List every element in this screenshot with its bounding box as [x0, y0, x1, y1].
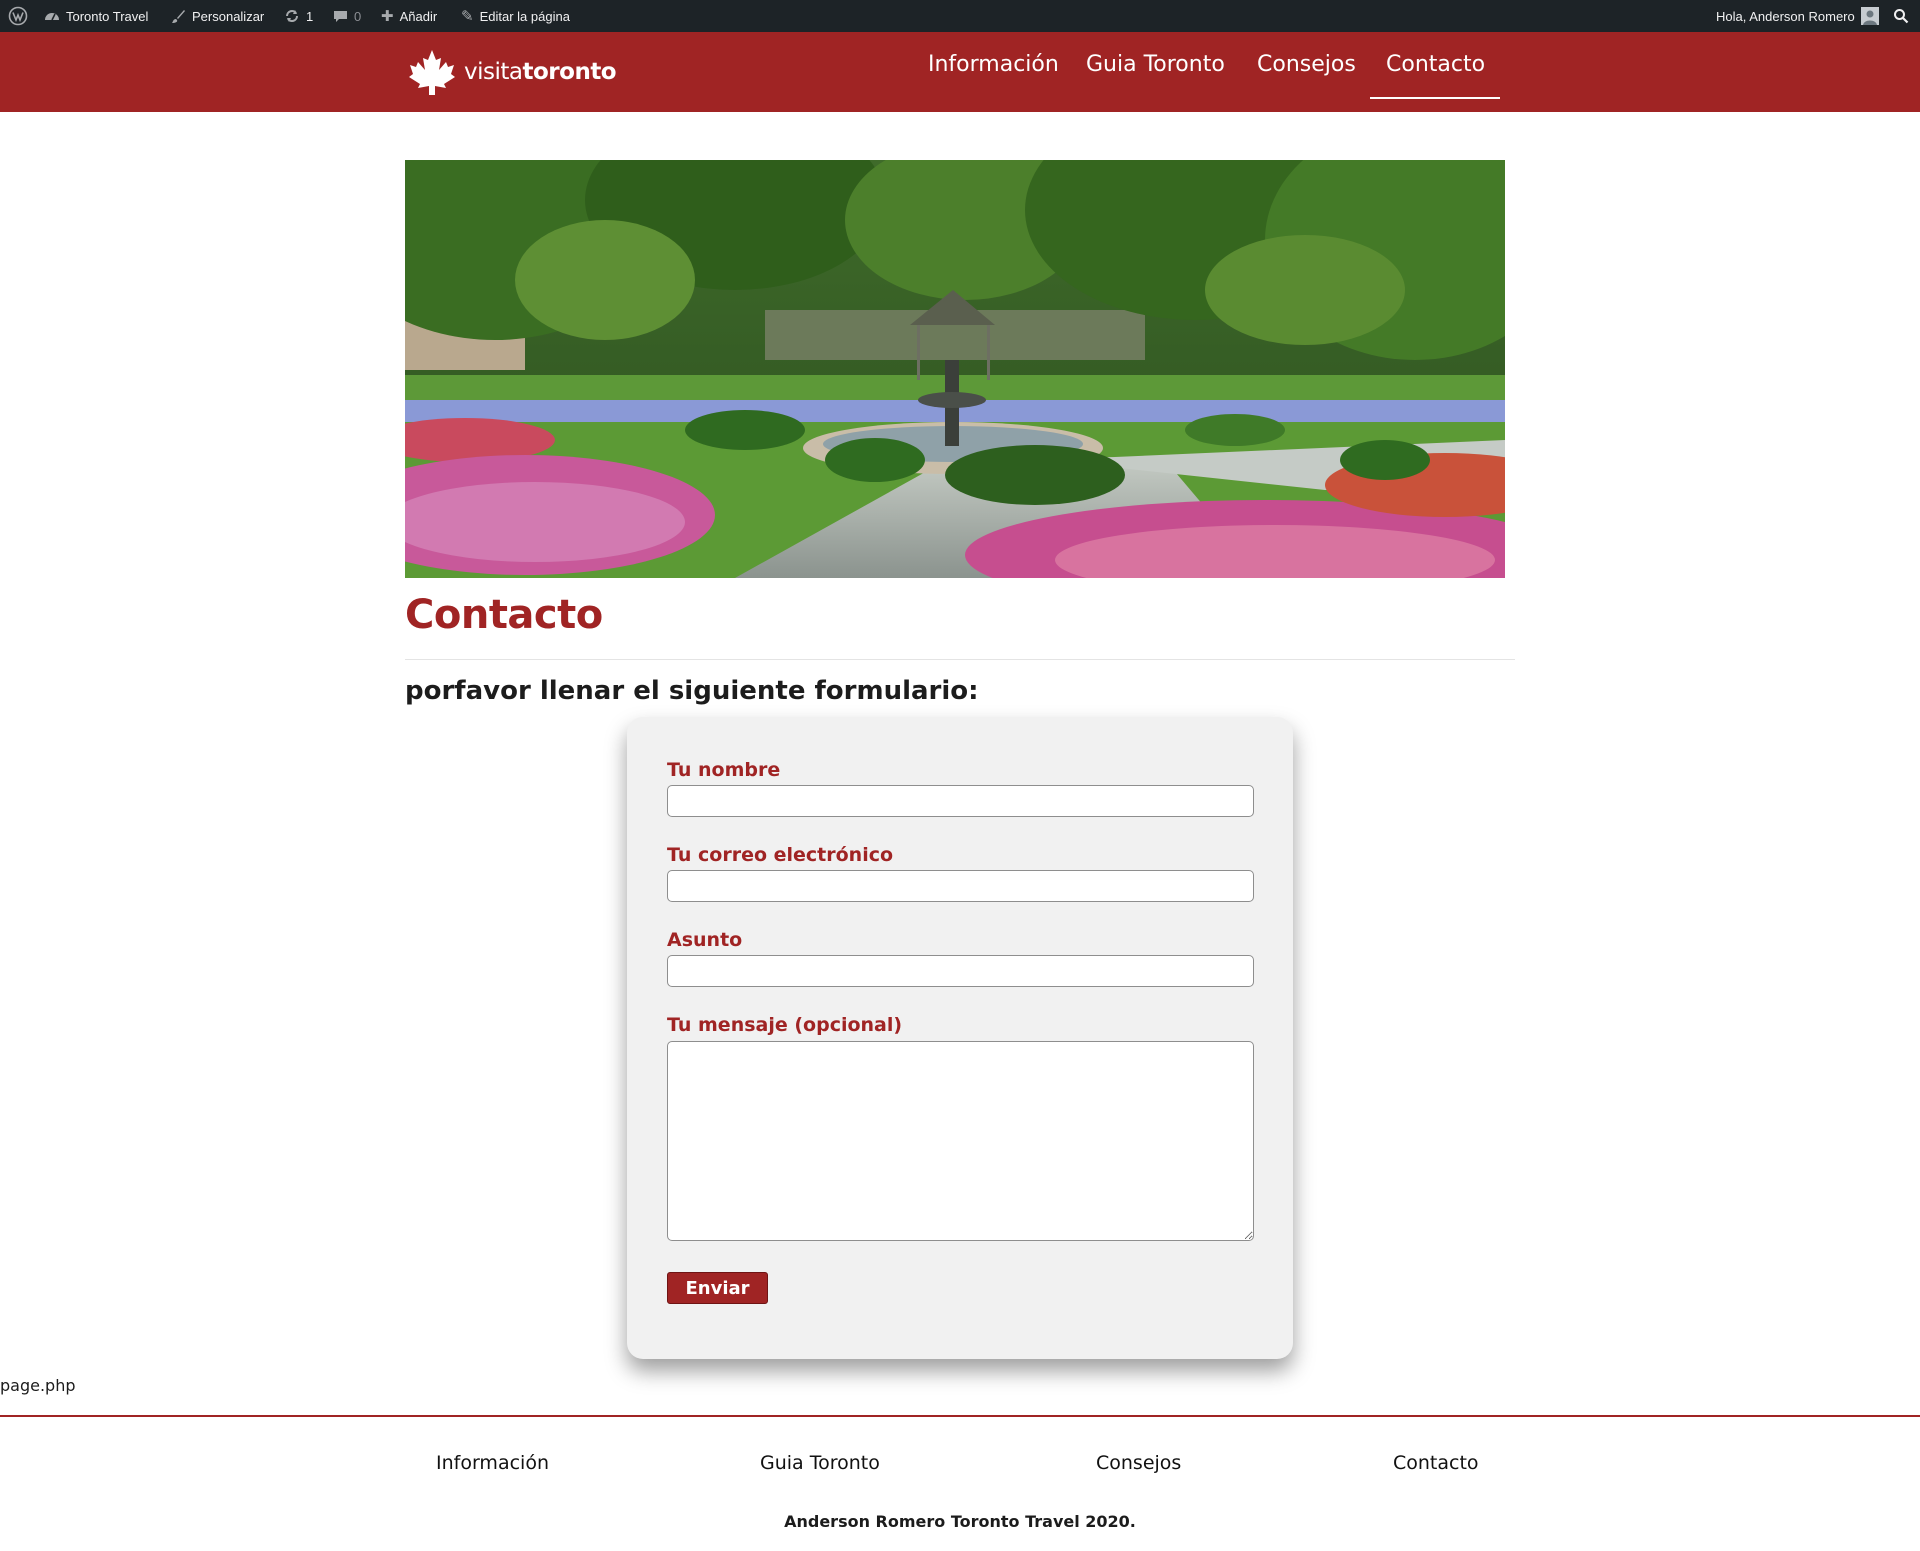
- wordpress-icon: [8, 6, 28, 26]
- updates-count: 1: [306, 8, 314, 24]
- admin-bar: Toronto Travel Personalizar 1 0 ✚ Añadir…: [0, 0, 1920, 32]
- customize-link[interactable]: Personalizar: [171, 0, 264, 32]
- message-field[interactable]: [667, 1041, 1254, 1241]
- footer-nav-consejos[interactable]: Consejos: [1096, 1452, 1181, 1474]
- account-greeting: Hola, Anderson Romero: [1716, 8, 1855, 24]
- comments-count: 0: [354, 8, 362, 24]
- admin-search[interactable]: [1893, 0, 1909, 32]
- footer-copyright: Anderson Romero Toronto Travel 2020.: [784, 1512, 1136, 1531]
- brush-icon: [172, 9, 185, 23]
- add-new-link[interactable]: ✚ Añadir: [381, 0, 437, 32]
- my-account-link[interactable]: Hola, Anderson Romero: [1716, 0, 1879, 32]
- updates-icon: [286, 10, 298, 22]
- submit-button[interactable]: Enviar: [667, 1272, 768, 1304]
- site-name-link[interactable]: Toronto Travel: [44, 0, 148, 32]
- comments-link[interactable]: 0: [333, 0, 361, 32]
- nav-item-consejos[interactable]: Consejos: [1257, 52, 1356, 77]
- footer-nav-contacto[interactable]: Contacto: [1393, 1452, 1479, 1474]
- email-label: Tu correo electrónico: [667, 844, 894, 866]
- title-divider: [405, 659, 1515, 660]
- hero-garden-image: [405, 160, 1505, 578]
- nav-item-informacion[interactable]: Información: [928, 52, 1059, 77]
- updates-link[interactable]: 1: [284, 0, 313, 32]
- logo-text-bold: toronto: [522, 59, 617, 85]
- logo-text-light: visita: [464, 59, 523, 85]
- email-field[interactable]: [667, 870, 1254, 902]
- nav-item-contacto[interactable]: Contacto: [1386, 52, 1485, 77]
- maple-leaf-icon: [409, 50, 455, 95]
- avatar: [1860, 7, 1879, 25]
- footer-nav-guia-toronto[interactable]: Guia Toronto: [760, 1452, 880, 1474]
- site-header: visitatoronto Información Guia Toronto C…: [0, 32, 1920, 112]
- site-logo[interactable]: visitatoronto: [408, 48, 617, 96]
- message-label: Tu mensaje (opcional): [667, 1014, 903, 1036]
- add-new-label: Añadir: [399, 8, 438, 24]
- wordpress-menu[interactable]: [8, 0, 28, 32]
- edit-page-label: Editar la página: [479, 8, 570, 24]
- customize-label: Personalizar: [192, 8, 265, 24]
- name-label: Tu nombre: [667, 759, 781, 781]
- footer-divider: [0, 1415, 1920, 1417]
- site-name: Toronto Travel: [66, 8, 149, 24]
- search-icon: [1894, 9, 1909, 24]
- page-title: Contacto: [405, 592, 603, 638]
- comment-icon: [334, 10, 347, 22]
- logo-text: visitatoronto: [464, 59, 617, 85]
- pencil-icon: ✎: [461, 7, 474, 25]
- nav-active-indicator: [1370, 97, 1500, 99]
- edit-page-link[interactable]: ✎ Editar la página: [461, 0, 570, 32]
- template-debug-text: page.php: [0, 1376, 76, 1395]
- plus-icon: ✚: [381, 7, 394, 25]
- nav-item-guia-toronto[interactable]: Guia Toronto: [1086, 52, 1225, 77]
- dashboard-icon: [45, 13, 59, 21]
- contact-form: Tu nombre Tu correo electrónico Asunto T…: [627, 717, 1293, 1359]
- name-field[interactable]: [667, 785, 1254, 817]
- footer-nav-informacion[interactable]: Información: [436, 1452, 549, 1474]
- subject-label: Asunto: [667, 929, 743, 951]
- form-intro-text: porfavor llenar el siguiente formulario:: [405, 676, 979, 706]
- subject-field[interactable]: [667, 955, 1254, 987]
